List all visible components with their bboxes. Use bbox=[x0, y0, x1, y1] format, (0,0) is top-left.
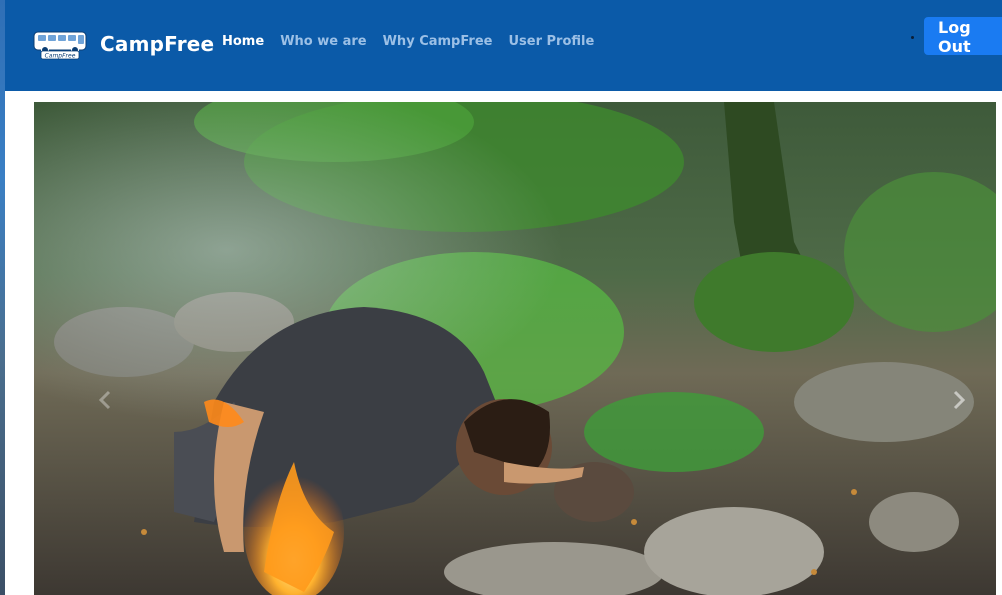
hero-carousel bbox=[34, 102, 996, 595]
brand[interactable]: CampFree CampFree bbox=[31, 28, 214, 60]
chevron-right-icon[interactable] bbox=[946, 388, 970, 412]
separator-dot bbox=[911, 36, 914, 39]
brand-name[interactable]: CampFree bbox=[100, 32, 214, 56]
nav-link-who-we-are[interactable]: Who we are bbox=[280, 34, 366, 49]
nav-link-why-campfree[interactable]: Why CampFree bbox=[383, 34, 493, 49]
nav-link-user-profile[interactable]: User Profile bbox=[508, 34, 594, 49]
logout-button[interactable]: Log Out bbox=[924, 17, 1002, 56]
nav-link-home[interactable]: Home bbox=[222, 34, 264, 49]
camper-van-logo-icon: CampFree bbox=[33, 31, 87, 60]
navbar: CampFree CampFree Home Who we are Why Ca… bbox=[5, 0, 1002, 91]
logo-text: CampFree bbox=[45, 53, 76, 60]
nav-links: Home Who we are Why CampFree User Profil… bbox=[222, 34, 594, 49]
hero-image bbox=[34, 102, 996, 595]
chevron-left-icon[interactable] bbox=[94, 388, 118, 412]
